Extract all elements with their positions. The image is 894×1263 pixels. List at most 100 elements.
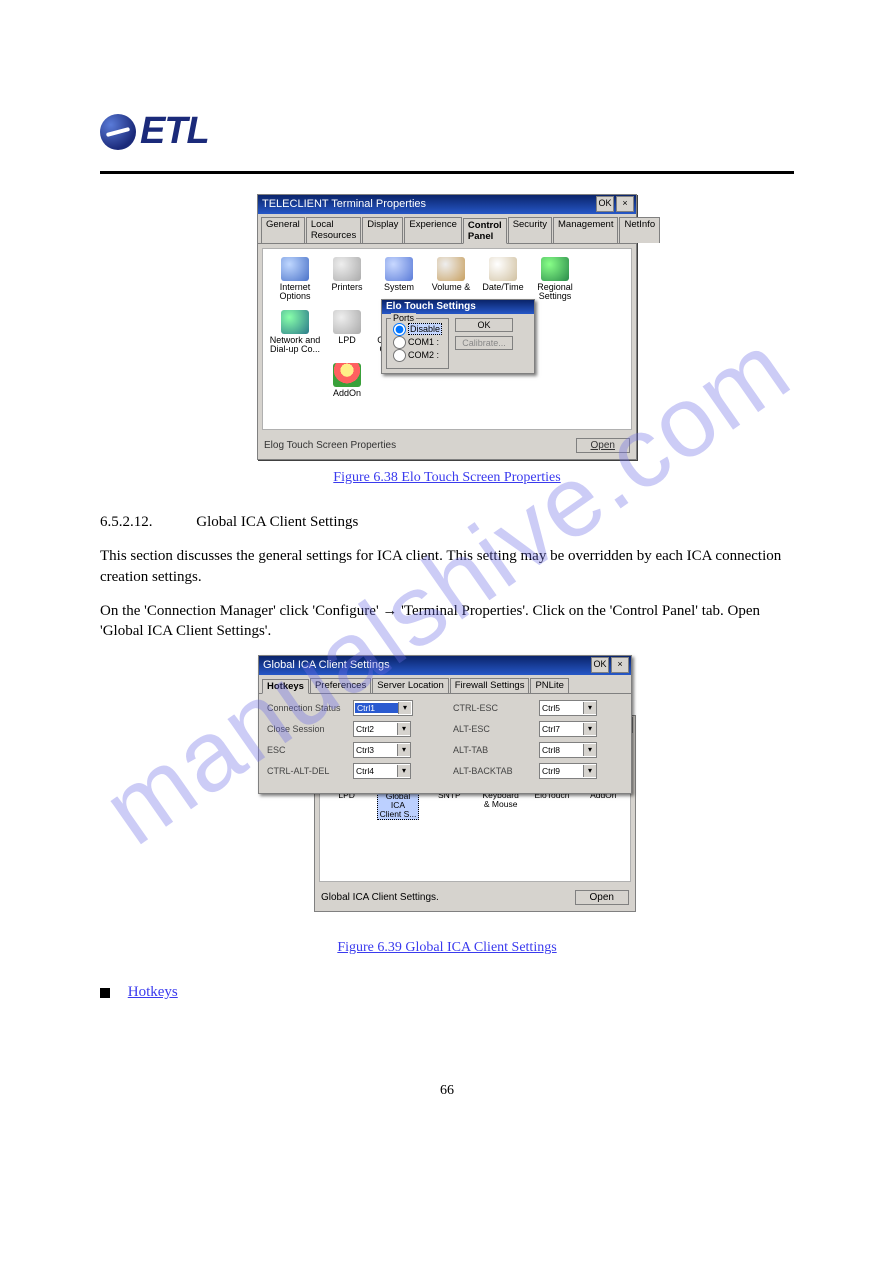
radio-disable[interactable]: Disable bbox=[393, 323, 442, 336]
ica-paragraph-1: This section discusses the general setti… bbox=[100, 546, 794, 587]
combo-value: Ctrl7 bbox=[540, 724, 583, 734]
inet-icon bbox=[281, 257, 309, 281]
tab-general[interactable]: General bbox=[261, 217, 305, 243]
radio-label: COM1 : bbox=[408, 337, 439, 347]
ica-close-button[interactable]: × bbox=[611, 657, 629, 673]
ica-paragraph-2: On the 'Connection Manager' click 'Confi… bbox=[100, 601, 794, 642]
global-ica-settings-window: Global ICA Client Settings OK × HotkeysP… bbox=[258, 655, 632, 794]
cp-icon-volume-[interactable]: Volume & bbox=[425, 257, 477, 302]
cp-icon-label: AddOn bbox=[321, 389, 373, 398]
hotkey-label: ESC bbox=[267, 745, 345, 755]
tab-display[interactable]: Display bbox=[362, 217, 403, 243]
section-heading-ica: 6.5.2.12. Global ICA Client Settings bbox=[100, 512, 794, 532]
hotkey-row-esc: ESC Ctrl3▾ bbox=[267, 742, 413, 758]
chevron-down-icon[interactable]: ▾ bbox=[583, 765, 596, 777]
radio-label: COM2 : bbox=[408, 350, 439, 360]
chevron-down-icon[interactable]: ▾ bbox=[397, 744, 410, 756]
dt-icon bbox=[489, 257, 517, 281]
window-title: TELECLIENT Terminal Properties bbox=[262, 198, 426, 210]
page-number: 66 bbox=[100, 1083, 794, 1099]
combo-value: Ctrl9 bbox=[540, 766, 583, 776]
cp-icon-label: Volume & bbox=[425, 283, 477, 292]
ica-tab-preferences[interactable]: Preferences bbox=[310, 678, 371, 693]
cp-icon-network-and-dial-up-co-[interactable]: Network and Dial-up Co... bbox=[269, 310, 321, 355]
elo-ok-button[interactable]: OK bbox=[455, 318, 513, 332]
hotkey-label: CTRL-ALT-DEL bbox=[267, 766, 345, 776]
elo-dialog-title: Elo Touch Settings bbox=[382, 300, 534, 314]
elo-touch-dialog: Elo Touch Settings Ports DisableCOM1 :CO… bbox=[381, 299, 535, 374]
cp-icon-regional-settings[interactable]: Regional Settings bbox=[529, 257, 581, 302]
hotkey-row-close-session: Close SessionCtrl2▾ bbox=[267, 721, 413, 737]
titlebar-close-button[interactable]: × bbox=[616, 196, 634, 212]
hotkey-label: Connection Status bbox=[267, 703, 345, 713]
ica-tab-strip: HotkeysPreferencesServer LocationFirewal… bbox=[259, 675, 631, 694]
ica-screenshot-group: OK × nfo Options Sounds Settings Dial-up… bbox=[258, 655, 636, 930]
cp-icon-label: Regional Settings bbox=[529, 283, 581, 302]
cp-icon-label: Printers bbox=[321, 283, 373, 292]
hotkeys-subheading: Hotkeys bbox=[128, 984, 178, 1000]
hotkey-combo[interactable]: Ctrl1▾ bbox=[353, 700, 413, 716]
ica-tab-firewall-settings[interactable]: Firewall Settings bbox=[450, 678, 530, 693]
hotkey-combo[interactable]: Ctrl5▾ bbox=[539, 700, 597, 716]
hotkey-combo[interactable]: Ctrl8▾ bbox=[539, 742, 597, 758]
addon-icon bbox=[333, 363, 361, 387]
figure-caption-elo: Figure 6.38 Elo Touch Screen Properties bbox=[100, 470, 794, 486]
hotkey-combo[interactable]: Ctrl4▾ bbox=[353, 763, 411, 779]
radio-label: Disable bbox=[408, 323, 442, 335]
combo-value: Ctrl4 bbox=[354, 766, 397, 776]
tab-netinfo[interactable]: NetInfo bbox=[619, 217, 660, 243]
open-button[interactable]: Open bbox=[576, 438, 630, 453]
hotkey-combo[interactable]: Ctrl2▾ bbox=[353, 721, 411, 737]
chevron-down-icon[interactable]: ▾ bbox=[397, 723, 410, 735]
printer-icon bbox=[333, 257, 361, 281]
cp-icon-date-time[interactable]: Date/Time bbox=[477, 257, 529, 302]
tab-local-resources[interactable]: Local Resources bbox=[306, 217, 361, 243]
cp-icon-system[interactable]: System bbox=[373, 257, 425, 302]
titlebar-ok-button[interactable]: OK bbox=[596, 196, 614, 212]
ica-tab-hotkeys[interactable]: Hotkeys bbox=[262, 679, 309, 694]
tab-experience[interactable]: Experience bbox=[404, 217, 462, 243]
chevron-down-icon[interactable]: ▾ bbox=[398, 702, 411, 714]
cp-icon-label: Date/Time bbox=[477, 283, 529, 292]
hotkey-label: ALT-BACKTAB bbox=[453, 766, 531, 776]
radio-com1-[interactable]: COM1 : bbox=[393, 336, 442, 349]
hotkey-combo[interactable]: Ctrl7▾ bbox=[539, 721, 597, 737]
hotkey-label: ALT-ESC bbox=[453, 724, 531, 734]
chevron-down-icon[interactable]: ▾ bbox=[583, 723, 596, 735]
cp-icon-label: Internet Options bbox=[269, 283, 321, 302]
terminal-properties-window: TELECLIENT Terminal Properties OK × Gene… bbox=[257, 194, 637, 460]
elo-calibrate-button[interactable]: Calibrate... bbox=[455, 336, 513, 350]
tab-control-panel[interactable]: Control Panel bbox=[463, 218, 507, 244]
tab-security[interactable]: Security bbox=[508, 217, 552, 243]
chevron-down-icon[interactable]: ▾ bbox=[583, 702, 596, 714]
radio-input[interactable] bbox=[393, 336, 406, 349]
combo-value: Ctrl3 bbox=[354, 745, 397, 755]
hotkey-label: ALT-TAB bbox=[453, 745, 531, 755]
hotkey-combo[interactable]: Ctrl3▾ bbox=[353, 742, 411, 758]
cp-icon-addon[interactable]: AddOn bbox=[321, 363, 373, 398]
ica-tab-server-location[interactable]: Server Location bbox=[372, 678, 449, 693]
logo-icon bbox=[100, 114, 136, 150]
window-titlebar: TELECLIENT Terminal Properties OK × bbox=[258, 195, 636, 214]
chevron-down-icon[interactable]: ▾ bbox=[583, 744, 596, 756]
combo-value: Ctrl1 bbox=[355, 703, 398, 713]
radio-input[interactable] bbox=[393, 323, 406, 336]
logo: ETL bbox=[100, 110, 794, 153]
under-open-button[interactable]: Open bbox=[575, 890, 629, 905]
cp-icon-lpd[interactable]: LPD bbox=[321, 310, 373, 355]
ica-ok-button[interactable]: OK bbox=[591, 657, 609, 673]
combo-value: Ctrl2 bbox=[354, 724, 397, 734]
ica-window-title: Global ICA Client Settings bbox=[263, 659, 390, 671]
radio-input[interactable] bbox=[393, 349, 406, 362]
ica-tab-pnlite[interactable]: PNLite bbox=[530, 678, 569, 693]
cp-icon-printers[interactable]: Printers bbox=[321, 257, 373, 302]
hotkey-combo[interactable]: Ctrl9▾ bbox=[539, 763, 597, 779]
hotkey-row-alt-tab: ALT-TAB Ctrl8▾ bbox=[453, 742, 597, 758]
cp-icon-internet-options[interactable]: Internet Options bbox=[269, 257, 321, 302]
chevron-down-icon[interactable]: ▾ bbox=[397, 765, 410, 777]
combo-value: Ctrl5 bbox=[540, 703, 583, 713]
radio-com2-[interactable]: COM2 : bbox=[393, 349, 442, 362]
tab-management[interactable]: Management bbox=[553, 217, 618, 243]
header-rule bbox=[100, 171, 794, 174]
tab-strip: GeneralLocal ResourcesDisplayExperienceC… bbox=[258, 214, 636, 244]
